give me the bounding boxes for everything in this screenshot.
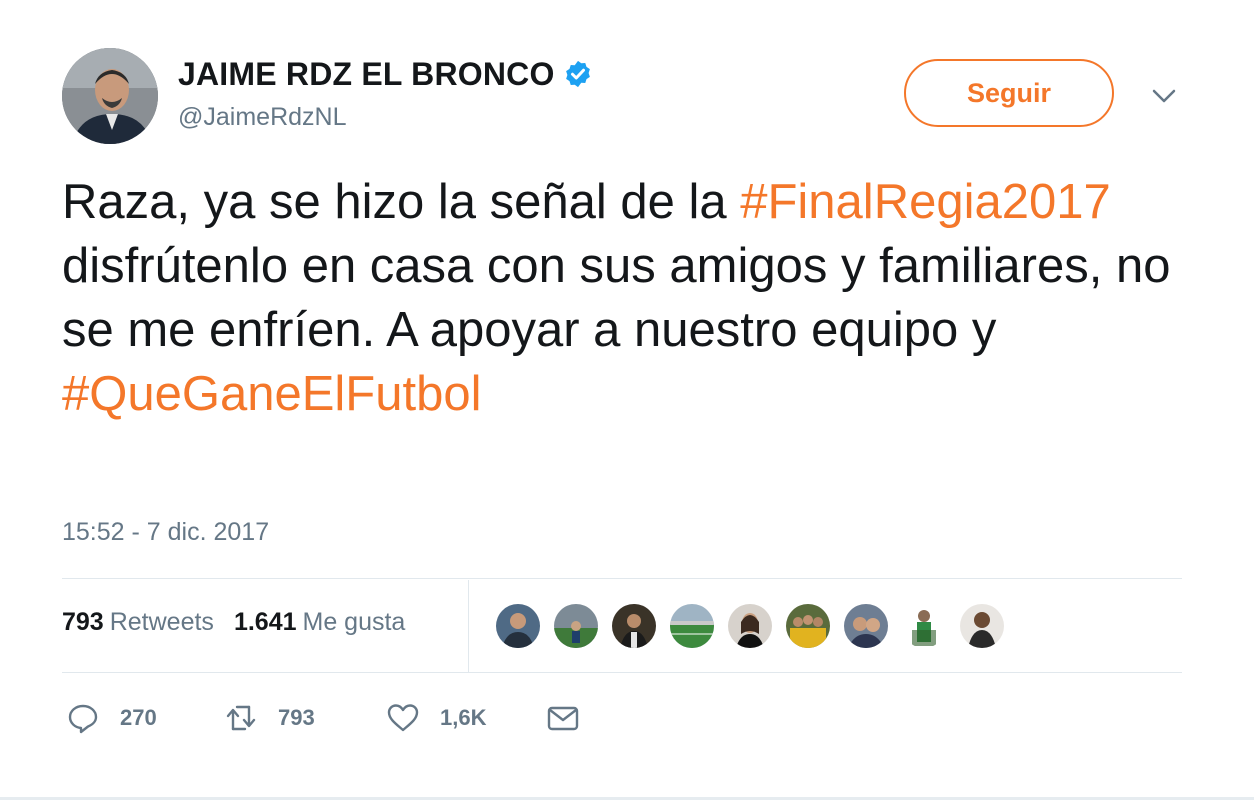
tweet-text-part: disfrútenlo en casa con sus amigos y fam… [62,239,1171,357]
reply-count: 270 [120,705,157,730]
envelope-icon [547,706,579,731]
liker-avatars [494,602,1016,650]
likes-stat[interactable]: 1.641 Me gusta [234,608,405,636]
retweet-icon [226,705,256,731]
stats-top-divider [62,578,1182,579]
stats-bottom-divider [62,672,1182,673]
tweet-stats: 793 Retweets 1.641 Me gusta [62,608,405,637]
tweet-timestamp[interactable]: 15:52 - 7 dic. 2017 [62,518,269,547]
liker-avatar[interactable] [610,602,658,650]
author-avatar-image [62,48,158,144]
retweets-count: 793 [62,608,104,636]
reply-button[interactable]: 270 [66,700,157,736]
tweet-text-part: Raza, ya se hizo la señal de la [62,175,741,229]
retweet-button[interactable]: 793 [224,700,315,736]
retweets-stat[interactable]: 793 Retweets [62,608,214,636]
heart-icon [387,704,419,732]
like-count: 1,6K [440,705,487,730]
author-avatar[interactable] [62,48,158,144]
liker-avatar[interactable] [552,602,600,650]
author-name-row[interactable]: JAIME RDZ EL BRONCO [178,56,593,93]
likes-label: Me gusta [302,608,406,636]
follow-button[interactable]: Seguir [904,59,1114,127]
direct-message-button[interactable] [546,700,580,736]
chevron-down-icon[interactable] [1150,84,1178,108]
liker-avatar[interactable] [668,602,716,650]
stats-vertical-divider [468,580,469,672]
verified-badge-icon [565,60,590,88]
hashtag-link[interactable]: #FinalRegia2017 [740,175,1111,229]
liker-avatar[interactable] [958,602,1006,650]
reply-icon [68,704,98,734]
liker-avatar[interactable] [784,602,832,650]
author-handle[interactable]: @JaimeRdzNL [178,103,346,132]
author-name[interactable]: JAIME RDZ EL BRONCO [178,56,555,92]
liker-avatar[interactable] [900,602,948,650]
retweets-label: Retweets [109,608,214,636]
retweet-count: 793 [278,705,315,730]
liker-avatar[interactable] [842,602,890,650]
like-button[interactable]: 1,6K [386,700,486,736]
liker-avatar[interactable] [726,602,774,650]
hashtag-link[interactable]: #QueGaneElFutbol [62,367,482,421]
tweet-text: Raza, ya se hizo la señal de la #FinalRe… [62,170,1202,426]
liker-avatar[interactable] [494,602,542,650]
likes-count: 1.641 [233,608,297,636]
